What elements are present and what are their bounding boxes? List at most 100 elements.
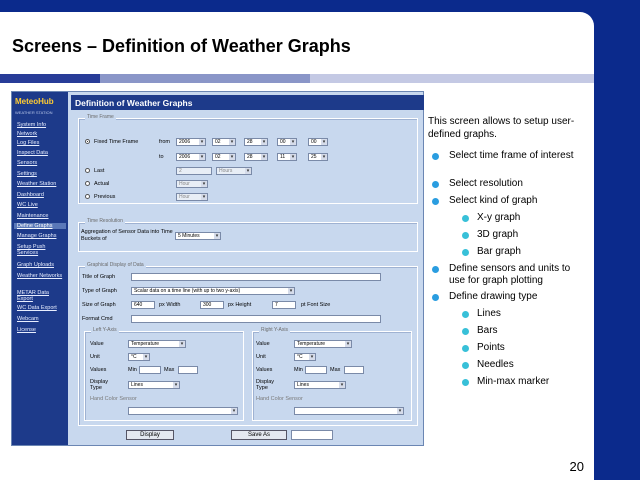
app-page-title: Definition of Weather Graphs — [71, 95, 424, 110]
sub-bullet-dot-icon — [462, 379, 469, 386]
sidebar-nav-item[interactable]: METAR Data Export — [17, 290, 65, 302]
graphical-display-legend: Graphical Display of Data — [85, 262, 146, 268]
right-unit-select[interactable]: °C — [294, 353, 316, 361]
sidebar-nav-item[interactable]: Setup Push Services — [17, 244, 65, 256]
right-display-type-select[interactable]: Lines — [294, 381, 346, 389]
right-max-label: Max — [330, 367, 341, 373]
from-hour-select[interactable]: 00 — [277, 138, 297, 146]
type-of-graph-select[interactable]: Scalar data on a time line (with up to t… — [131, 287, 295, 295]
height-input[interactable]: 300 — [200, 301, 224, 309]
sub-bullet-text: Min-max marker — [477, 376, 550, 387]
right-value-label: Value — [256, 341, 270, 347]
actual-label: Actual — [94, 181, 110, 187]
font-size-input[interactable]: 7 — [272, 301, 296, 309]
bullet-dot-icon — [432, 294, 439, 301]
sidebar-nav-item[interactable]: Weather Station — [17, 181, 65, 187]
sidebar-nav-item[interactable]: Manage Graphs — [17, 233, 65, 239]
aggregation-select[interactable]: 5 Minutes — [175, 232, 221, 240]
bullet-dot-icon — [432, 181, 439, 188]
previous-radio[interactable] — [85, 194, 90, 199]
save-as-name-input[interactable] — [291, 430, 333, 440]
width-label: px Width — [159, 302, 181, 308]
title-underline-bar — [100, 74, 310, 83]
left-max-input[interactable] — [178, 366, 198, 374]
left-value-label: Value — [90, 341, 104, 347]
bullet-text: Define sensors and units to use for grap… — [449, 263, 571, 286]
from-year-select[interactable]: 2006 — [176, 138, 206, 146]
to-day-select[interactable]: 28 — [244, 153, 268, 161]
right-min-input[interactable] — [305, 366, 327, 374]
sub-bullet-dot-icon — [462, 362, 469, 369]
app-screenshot: MeteoHub WEATHER STATION System Info Netw… — [11, 91, 424, 446]
title-underline-bar — [0, 74, 100, 83]
save-as-button[interactable]: Save As — [231, 430, 287, 440]
left-value-select[interactable]: Temperature — [128, 340, 186, 348]
sub-bullet-dot-icon — [462, 232, 469, 239]
sub-bullet-dot-icon — [462, 311, 469, 318]
previous-label: Previous — [94, 194, 116, 200]
sidebar-nav-item[interactable]: Webcam — [17, 316, 65, 322]
from-minute-select[interactable]: 00 — [308, 138, 328, 146]
last-value-input[interactable]: 2 — [176, 167, 212, 175]
sidebar-nav-item[interactable]: Settings — [17, 171, 65, 177]
sidebar-nav-item[interactable]: Log Files — [17, 140, 65, 146]
sidebar-nav-item[interactable]: Network — [17, 131, 65, 137]
title-of-graph-input[interactable] — [131, 273, 381, 281]
sidebar-nav-item[interactable]: Sensors — [17, 160, 65, 166]
sub-bullet-dot-icon — [462, 215, 469, 222]
left-min-input[interactable] — [139, 366, 161, 374]
left-color-sensor-label: Hand Color Sensor — [90, 396, 137, 402]
to-month-select[interactable]: 02 — [212, 153, 236, 161]
right-unit-label: Unit — [256, 354, 266, 360]
right-values-label: Values — [256, 367, 273, 373]
bullet-text: Select resolution — [449, 178, 523, 189]
last-unit-select[interactable]: Hours — [216, 167, 252, 175]
sub-bullet-text: Bar graph — [477, 246, 521, 257]
sidebar-nav-item[interactable]: Dashboard — [17, 192, 65, 198]
time-resolution-legend: Time Resolution — [85, 218, 125, 224]
right-axis-legend: Right Y-Axis — [259, 327, 290, 333]
sidebar-nav-item[interactable]: Graph Uploads — [17, 262, 65, 268]
sidebar-nav-item[interactable]: WC Data Export — [17, 305, 65, 311]
sidebar-nav-item[interactable]: System Info — [17, 122, 65, 128]
sub-bullet-text: X-y graph — [477, 212, 521, 223]
left-display-type-select[interactable]: Lines — [128, 381, 180, 389]
left-display-type-label: Display Type — [90, 379, 109, 391]
fixed-time-frame-radio[interactable] — [85, 139, 90, 144]
to-year-select[interactable]: 2006 — [176, 153, 206, 161]
from-month-select[interactable]: 02 — [212, 138, 236, 146]
left-values-label: Values — [90, 367, 107, 373]
bullet-text: Define drawing type — [449, 291, 538, 302]
sidebar-nav-item[interactable]: Define Graphs — [14, 223, 66, 229]
right-color-sensor-select[interactable] — [294, 407, 404, 415]
actual-radio[interactable] — [85, 181, 90, 186]
left-color-sensor-select[interactable] — [128, 407, 238, 415]
previous-unit-select[interactable]: Hour — [176, 193, 208, 201]
actual-unit-select[interactable]: Hour — [176, 180, 208, 188]
sidebar-nav-item[interactable]: Maintenance — [17, 213, 65, 219]
fixed-time-frame-label: Fixed Time Frame — [94, 139, 139, 145]
sidebar-nav-item[interactable]: License — [17, 327, 65, 333]
to-minute-select[interactable]: 25 — [308, 153, 328, 161]
right-value-select[interactable]: Temperature — [294, 340, 352, 348]
from-day-select[interactable]: 28 — [244, 138, 268, 146]
sidebar-nav-item[interactable]: Inspect Data — [17, 150, 65, 156]
to-hour-select[interactable]: 11 — [277, 153, 297, 161]
left-unit-select[interactable]: °C — [128, 353, 150, 361]
to-label: to — [159, 154, 164, 160]
width-input[interactable]: 640 — [131, 301, 155, 309]
last-radio[interactable] — [85, 168, 90, 173]
slide: Screens – Definition of Weather Graphs M… — [0, 12, 594, 480]
left-unit-label: Unit — [90, 354, 100, 360]
display-button[interactable]: Display — [126, 430, 174, 440]
sidebar-nav-item[interactable]: Weather Networks — [17, 273, 65, 279]
app-logo: MeteoHub — [15, 97, 54, 106]
format-cmd-input[interactable] — [131, 315, 381, 323]
time-frame-group: Time Frame — [78, 114, 418, 204]
bullet-text: Select time frame of interest — [449, 150, 574, 161]
bullet-dot-icon — [432, 266, 439, 273]
height-label: px Height — [228, 302, 252, 308]
slide-title: Screens – Definition of Weather Graphs — [12, 36, 351, 56]
right-max-input[interactable] — [344, 366, 364, 374]
sidebar-nav-item[interactable]: WC Live — [17, 202, 65, 208]
